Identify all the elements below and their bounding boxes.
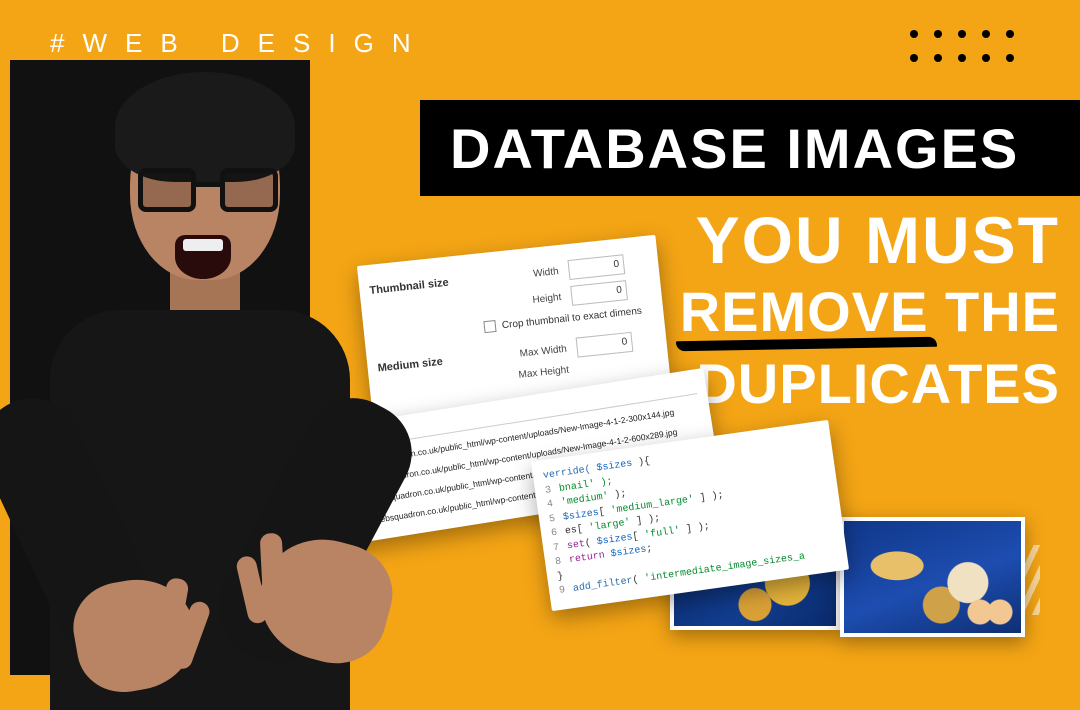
sample-image-sharp bbox=[840, 517, 1025, 637]
thumb-height-input[interactable]: 0 bbox=[570, 280, 628, 306]
category-tag: #WEB DESIGN bbox=[50, 28, 429, 59]
medium-maxw-input[interactable]: 0 bbox=[576, 332, 634, 358]
dots-decoration bbox=[910, 30, 1020, 68]
presenter-photo bbox=[10, 60, 380, 670]
maxw-label: Max Width bbox=[487, 343, 568, 362]
title-bar: DATABASE IMAGES bbox=[420, 100, 1080, 196]
thumbnail-canvas: #WEB DESIGN DATABASE IMAGES YOU MUST REM… bbox=[0, 0, 1080, 675]
height-label: Height bbox=[481, 291, 562, 310]
medium-size-label: Medium size bbox=[377, 351, 488, 374]
thumb-size-label: Thumbnail size bbox=[369, 273, 480, 296]
thumb-width-input[interactable]: 0 bbox=[567, 254, 625, 280]
width-label: Width bbox=[478, 266, 559, 285]
title-text: DATABASE IMAGES bbox=[450, 116, 1019, 181]
maxh-label: Max Height bbox=[489, 365, 570, 384]
crop-checkbox[interactable] bbox=[483, 320, 496, 333]
